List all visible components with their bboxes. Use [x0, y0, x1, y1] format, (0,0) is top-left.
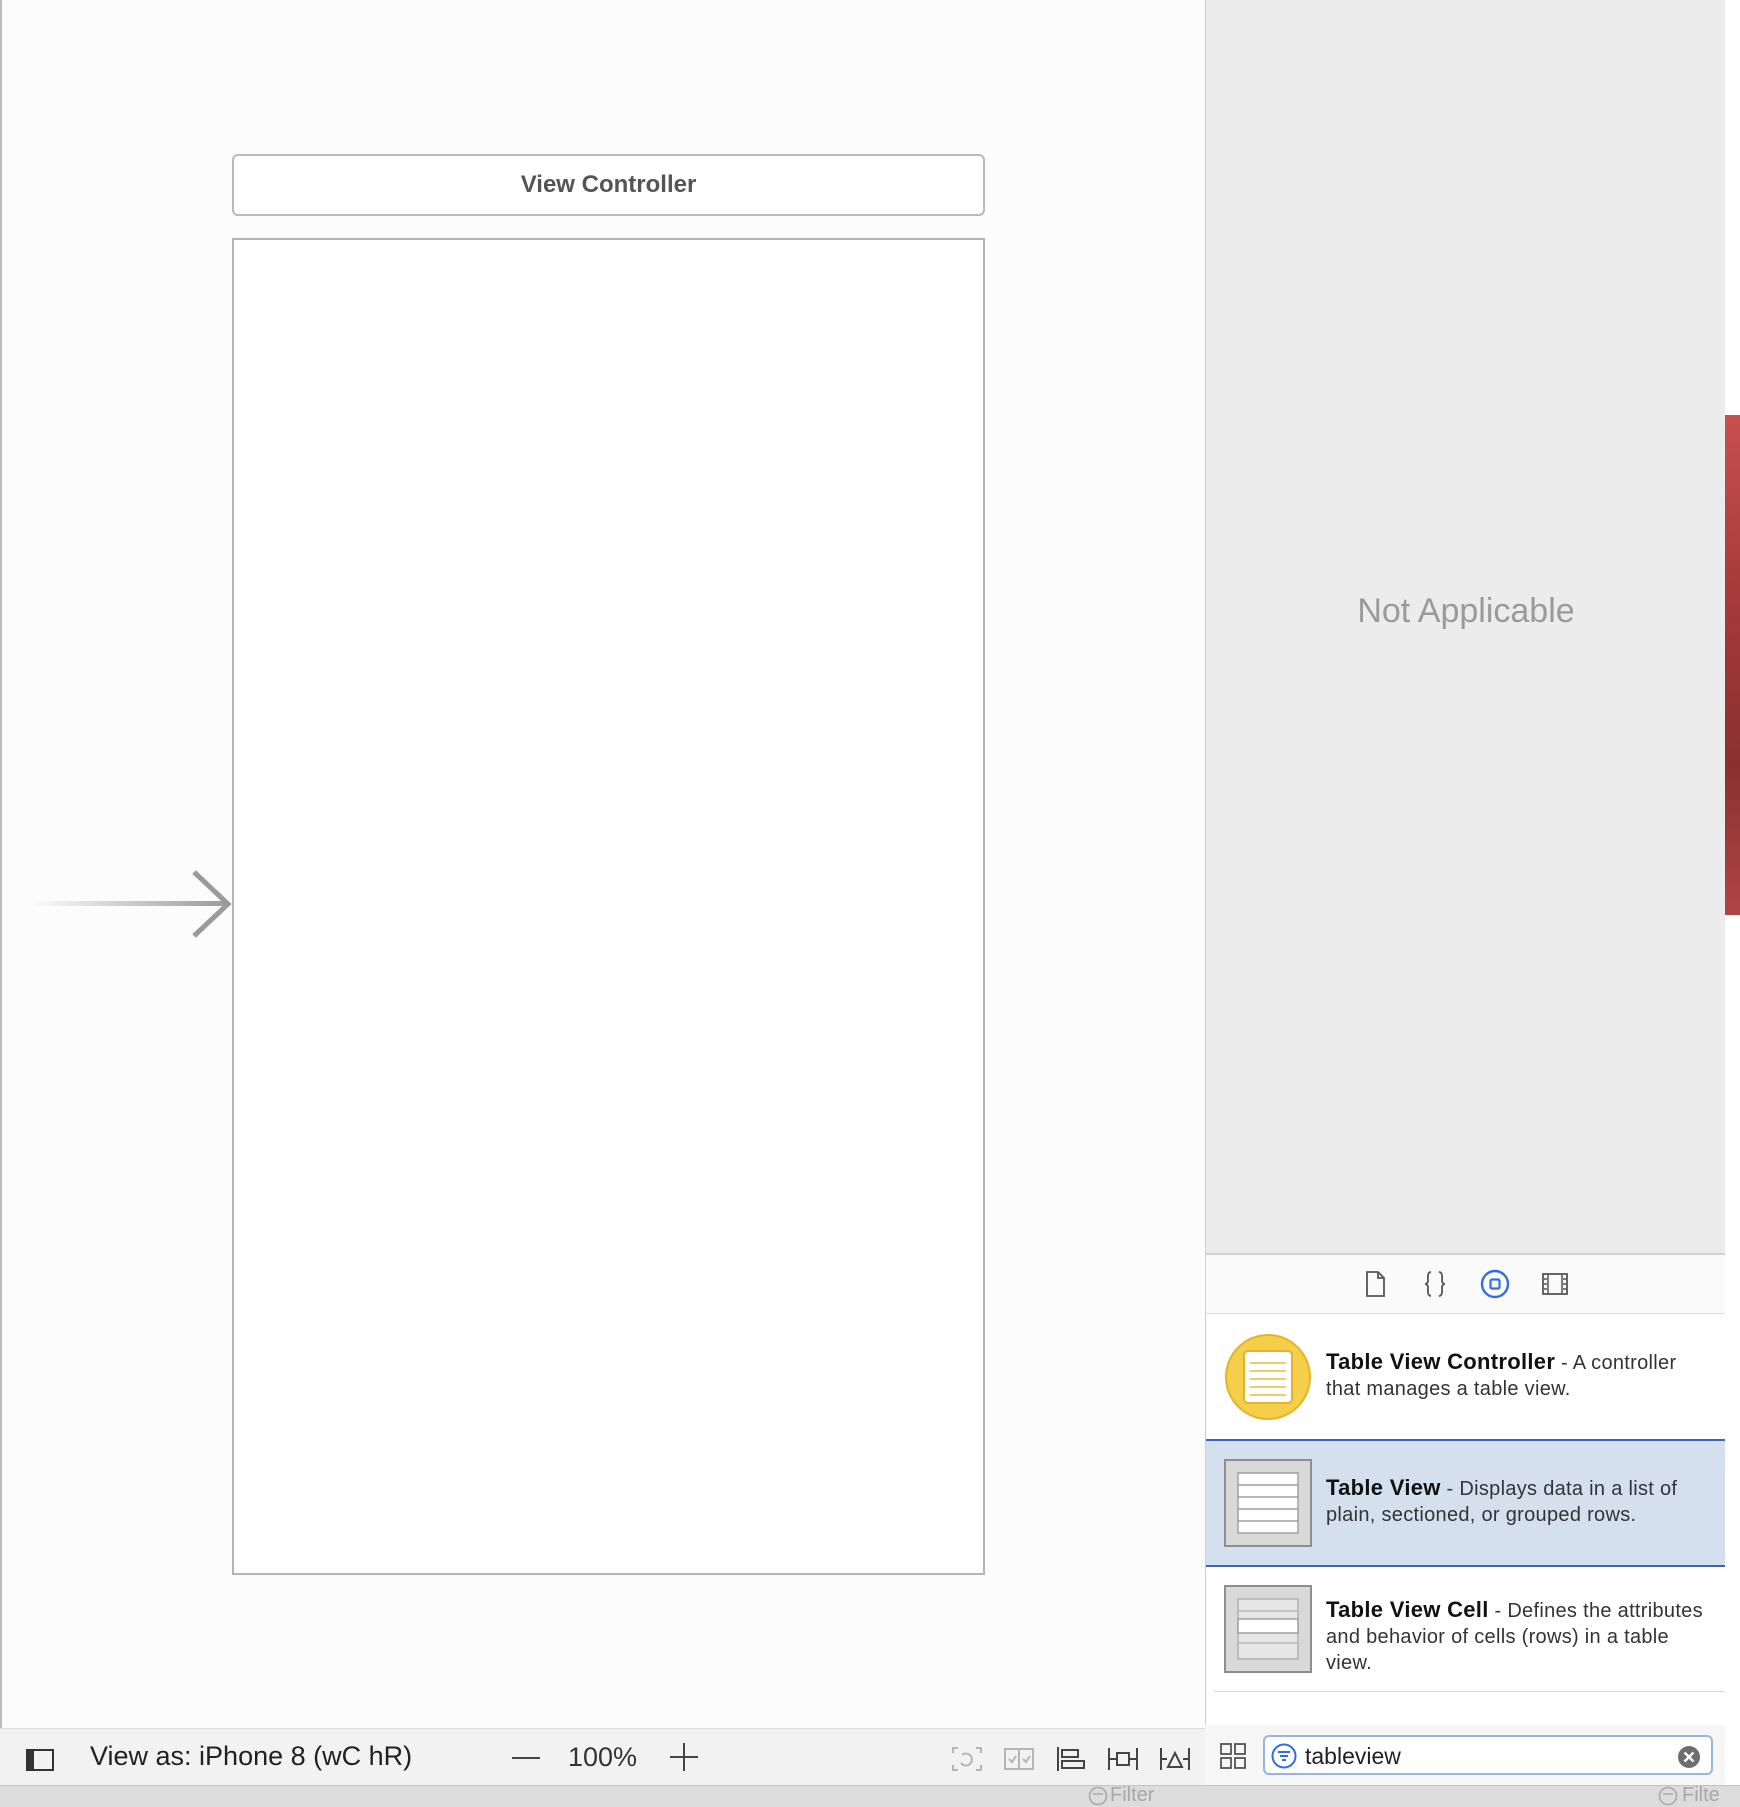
- document-outline-toggle-icon[interactable]: [26, 1749, 54, 1771]
- filter-icon: [1088, 1786, 1108, 1806]
- library-item-table-view[interactable]: Table View - Displays data in a list of …: [1206, 1439, 1726, 1567]
- library-search-field[interactable]: tableview: [1263, 1735, 1713, 1775]
- library-filter-field[interactable]: Filte: [1682, 1784, 1720, 1807]
- add-new-constraints-icon[interactable]: [1106, 1745, 1140, 1773]
- library-item-table-view-cell[interactable]: Table View Cell - Defines the attributes…: [1206, 1569, 1726, 1709]
- zoom-in-button[interactable]: [668, 1741, 700, 1773]
- table-view-icon: [1224, 1459, 1312, 1547]
- zoom-out-button[interactable]: [510, 1743, 542, 1773]
- library-item-table-view-controller[interactable]: Table View Controller - A controller tha…: [1206, 1315, 1726, 1439]
- library-tab-bar: [1206, 1255, 1726, 1314]
- library-divider: [1214, 1691, 1726, 1692]
- storyboard-canvas[interactable]: View Controller: [0, 0, 1205, 1728]
- library-item-title: Table View: [1326, 1475, 1441, 1500]
- file-template-icon[interactable]: [1360, 1269, 1390, 1299]
- filter-icon: [1658, 1786, 1678, 1806]
- background-app-image: [1725, 415, 1740, 915]
- inspector-empty-state: Not Applicable: [1357, 592, 1575, 630]
- canvas-bottom-bar: View as: iPhone 8 (wC hR) 100%: [0, 1728, 1205, 1786]
- resolve-autolayout-issues-icon[interactable]: [1158, 1745, 1192, 1773]
- object-library-pane: Table View Controller - A controller tha…: [1205, 1253, 1726, 1787]
- library-item-text: Table View Controller - A controller tha…: [1326, 1349, 1711, 1402]
- table-view-controller-icon: [1225, 1334, 1311, 1420]
- library-item-title: Table View Controller: [1326, 1349, 1556, 1374]
- code-snippet-icon[interactable]: [1420, 1269, 1450, 1299]
- table-view-cell-icon: [1224, 1585, 1312, 1673]
- filter-icon: [1271, 1743, 1297, 1769]
- object-library-icon[interactable]: [1480, 1269, 1510, 1299]
- grid-view-toggle-icon[interactable]: [1219, 1742, 1247, 1770]
- inspector-pane: Not Applicable: [1205, 0, 1726, 1253]
- library-item-title: Table View Cell: [1326, 1597, 1489, 1622]
- navigator-filter-field[interactable]: Filter: [1110, 1784, 1154, 1807]
- lower-window-strip: Filter Filte: [0, 1784, 1740, 1807]
- view-as-device-button[interactable]: View as: iPhone 8 (wC hR): [90, 1741, 412, 1772]
- view-controller-scene[interactable]: [232, 238, 985, 1575]
- zoom-level[interactable]: 100%: [568, 1742, 637, 1773]
- embed-in-stack-icon[interactable]: [1002, 1745, 1036, 1773]
- media-library-icon[interactable]: [1540, 1269, 1570, 1299]
- library-search-input[interactable]: tableview: [1305, 1743, 1401, 1770]
- library-item-text: Table View Cell - Defines the attributes…: [1326, 1597, 1711, 1676]
- clear-search-icon[interactable]: [1677, 1745, 1701, 1769]
- initial-view-controller-arrow-icon[interactable]: [32, 868, 232, 940]
- library-item-text: Table View - Displays data in a list of …: [1326, 1475, 1711, 1528]
- scene-title: View Controller: [520, 171, 697, 198]
- library-filter-bar: tableview: [1205, 1725, 1725, 1785]
- update-frames-icon[interactable]: [950, 1745, 984, 1773]
- align-constraints-icon[interactable]: [1054, 1745, 1088, 1773]
- scene-title-bar[interactable]: View Controller: [232, 154, 985, 216]
